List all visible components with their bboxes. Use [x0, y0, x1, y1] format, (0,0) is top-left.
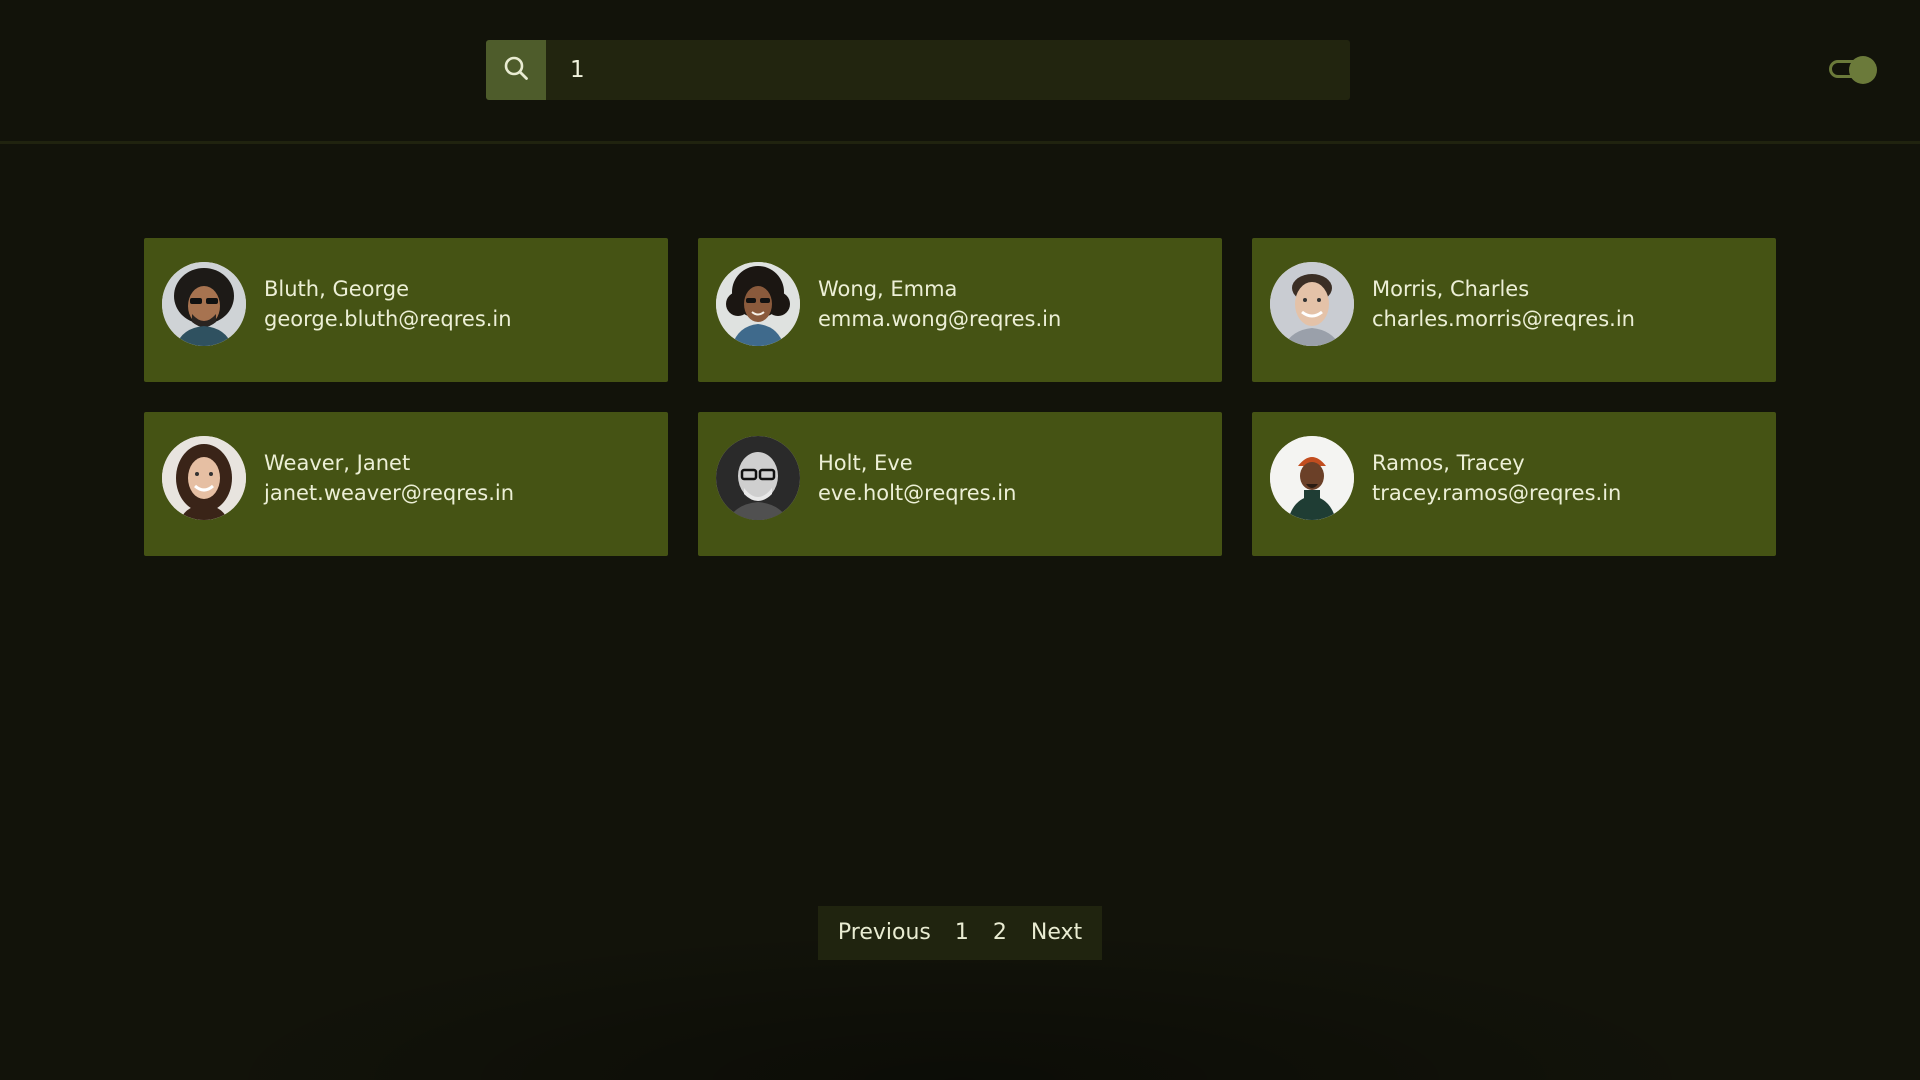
avatar	[1270, 436, 1354, 520]
search-button[interactable]	[486, 40, 546, 100]
search-bar	[486, 40, 1350, 100]
avatar	[716, 262, 800, 346]
user-name: Weaver, Janet	[264, 451, 411, 475]
avatar	[1270, 262, 1354, 346]
user-name: Holt, Eve	[818, 451, 913, 475]
page-2-link[interactable]: 2	[981, 906, 1019, 960]
next-button[interactable]: Next	[1019, 906, 1094, 960]
avatar	[716, 436, 800, 520]
user-email: charles.morris@reqres.in	[1372, 307, 1635, 331]
user-email: eve.holt@reqres.in	[818, 481, 1017, 505]
user-card[interactable]: Morris, Charles charles.morris@reqres.in	[1252, 238, 1776, 382]
user-name: Morris, Charles	[1372, 277, 1530, 301]
user-name: Ramos, Tracey	[1372, 451, 1525, 475]
pagination: Previous 1 2 Next	[818, 906, 1102, 960]
user-name: Bluth, George	[264, 277, 410, 301]
avatar	[162, 262, 246, 346]
user-card[interactable]: Bluth, George george.bluth@reqres.in	[144, 238, 668, 382]
user-email: tracey.ramos@reqres.in	[1372, 481, 1622, 505]
user-email: janet.weaver@reqres.in	[264, 481, 515, 505]
search-input[interactable]	[546, 40, 1350, 100]
page-1-link[interactable]: 1	[943, 906, 981, 960]
top-bar	[0, 0, 1920, 144]
avatar	[162, 436, 246, 520]
user-card-grid: Bluth, George george.bluth@reqres.in Won…	[144, 238, 1776, 556]
user-email: george.bluth@reqres.in	[264, 307, 512, 331]
search-icon	[503, 55, 529, 85]
user-name: Wong, Emma	[818, 277, 958, 301]
previous-button[interactable]: Previous	[826, 906, 943, 960]
user-card[interactable]: Holt, Eve eve.holt@reqres.in	[698, 412, 1222, 556]
user-card[interactable]: Weaver, Janet janet.weaver@reqres.in	[144, 412, 668, 556]
user-card[interactable]: Wong, Emma emma.wong@reqres.in	[698, 238, 1222, 382]
user-email: emma.wong@reqres.in	[818, 307, 1062, 331]
user-card[interactable]: Ramos, Tracey tracey.ramos@reqres.in	[1252, 412, 1776, 556]
theme-toggle[interactable]	[1829, 56, 1877, 84]
